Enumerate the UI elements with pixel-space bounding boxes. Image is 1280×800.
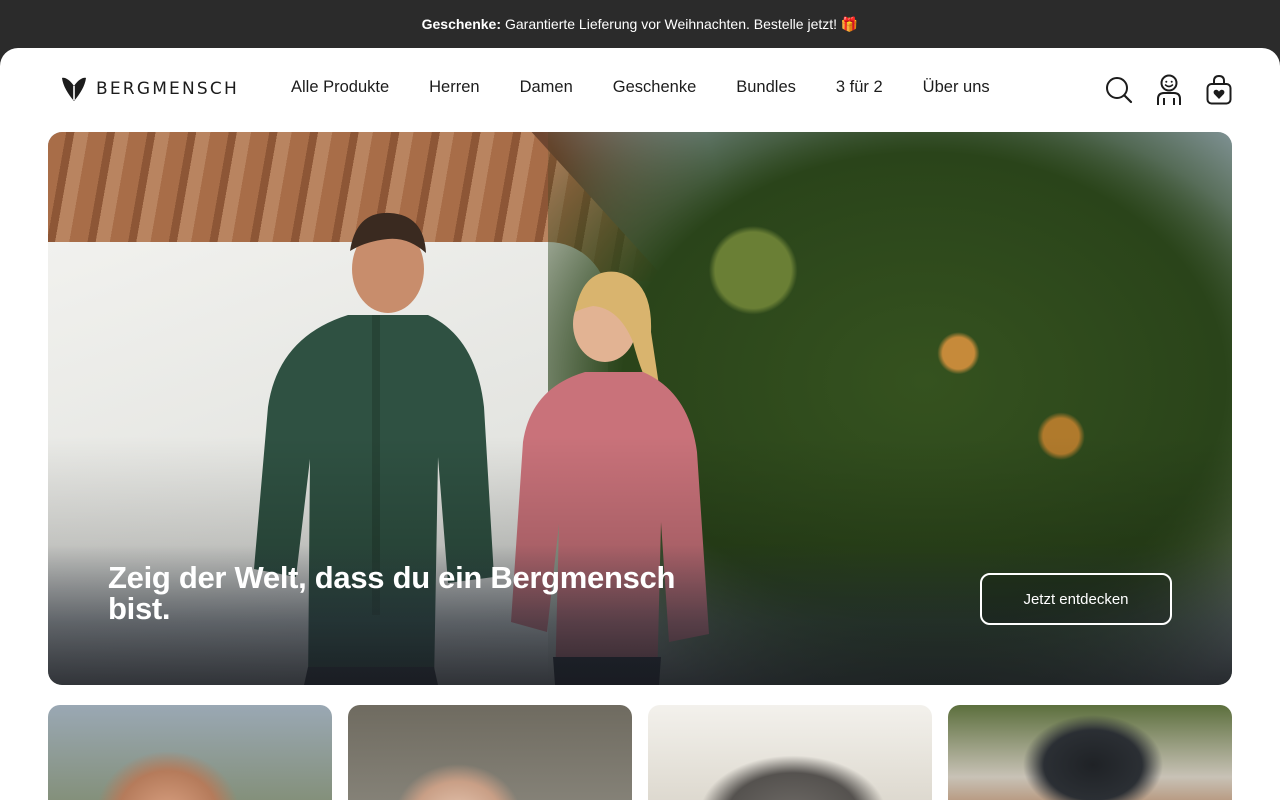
announcement-bar: Geschenke: Garantierte Lieferung vor Wei… — [0, 0, 1280, 48]
announcement-bold: Geschenke: — [421, 16, 501, 32]
search-button[interactable] — [1104, 74, 1134, 106]
announcement-text: Garantierte Lieferung vor Weihnachten. B… — [505, 15, 859, 32]
category-cards — [48, 705, 1232, 800]
nav-item-ueber-uns[interactable]: Über uns — [923, 78, 990, 97]
hero-banner: Zeig der Welt, dass du ein Bergmensch bi… — [48, 132, 1232, 685]
logo-mark-icon — [62, 77, 86, 101]
search-icon — [1106, 77, 1133, 104]
category-card[interactable] — [48, 705, 332, 800]
logo[interactable]: BERGMENSCH — [60, 76, 239, 102]
nav-item-geschenke[interactable]: Geschenke — [613, 78, 696, 97]
nav-item-damen[interactable]: Damen — [520, 78, 573, 97]
category-card[interactable] — [348, 705, 632, 800]
nav-item-alle-produkte[interactable]: Alle Produkte — [291, 78, 389, 97]
account-button[interactable] — [1154, 74, 1184, 106]
account-icon — [1157, 74, 1181, 105]
category-card[interactable] — [648, 705, 932, 800]
page: BERGMENSCH Alle Produkte Herren Damen Ge… — [0, 48, 1280, 800]
nav-item-3-fuer-2[interactable]: 3 für 2 — [836, 78, 883, 97]
hero-title: Zeig der Welt, dass du ein Bergmensch bi… — [108, 560, 676, 626]
site-header: BERGMENSCH Alle Produkte Herren Damen Ge… — [0, 48, 1280, 132]
category-card[interactable] — [948, 705, 1232, 800]
nav-item-herren[interactable]: Herren — [429, 78, 479, 97]
nav-item-bundles[interactable]: Bundles — [736, 78, 796, 97]
cart-icon — [1206, 75, 1232, 105]
header-icons — [1104, 74, 1234, 106]
cart-button[interactable] — [1204, 74, 1234, 106]
main-nav: Alle Produkte Herren Damen Geschenke Bun… — [291, 78, 990, 97]
hero-cta-button[interactable]: Jetzt entdecken — [980, 573, 1172, 625]
logo-text: BERGMENSCH — [96, 79, 239, 99]
